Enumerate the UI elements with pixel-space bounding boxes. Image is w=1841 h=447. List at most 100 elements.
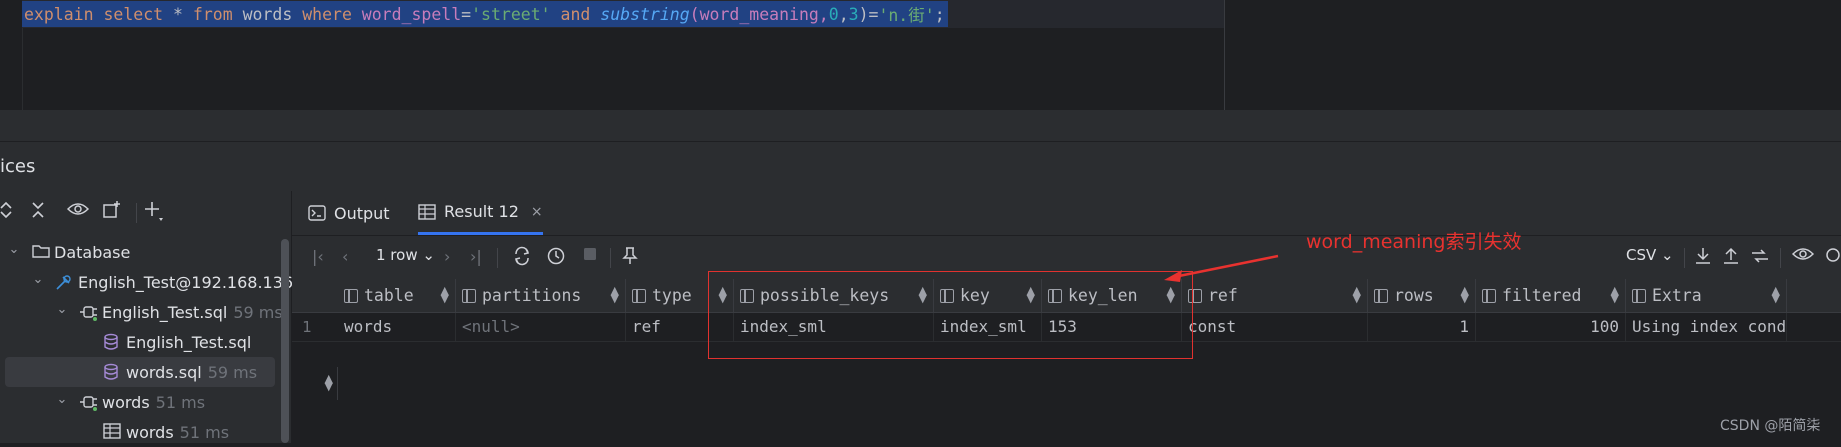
sql-operator: )= [858,4,879,24]
tree-item-words-sql[interactable]: words.sql 59 ms [5,357,275,387]
column-header-label: type [652,286,692,305]
tab-output[interactable]: Output [308,191,390,235]
row-count-selector[interactable]: 1 row ⌄ [376,246,435,264]
tab-result[interactable]: Result 12 × [418,191,543,235]
table-cell[interactable]: 1 [1368,313,1476,341]
column-header-extra[interactable]: Extra ▲ ▼ [1626,279,1787,312]
sort-icon[interactable]: ▲ ▼ [1611,285,1619,304]
sql-keyword: explain [24,4,94,24]
chevron-down-icon[interactable]: ⌄ [55,302,69,317]
annotation-label: word_meaning索引失效 [1306,231,1522,253]
new-group-icon[interactable] [100,200,124,224]
last-page-icon[interactable]: ›| [470,246,482,268]
sort-icon[interactable]: ▲ ▼ [1353,285,1361,304]
tree-scrollbar[interactable] [281,239,289,443]
sort-icon[interactable]: ▲ ▼ [1461,285,1469,304]
eye-icon[interactable] [66,200,90,224]
chevron-down-icon[interactable]: ⌄ [31,272,45,287]
next-page-icon[interactable]: › [444,246,450,268]
table-cell[interactable]: 100 [1476,313,1626,341]
add-icon[interactable] [142,200,166,224]
database-icon [103,333,121,351]
chevron-down-icon[interactable]: ⌄ [7,242,21,257]
column-header-filtered[interactable]: filtered ▲ ▼ [1476,279,1626,312]
toolbar-separator [1684,248,1685,268]
tree-item-label: English_Test.sql [126,333,252,352]
sql-string: 'street' [471,4,551,24]
sql-editor[interactable]: explain select * from words where word_s… [0,0,1841,111]
services-title: ices [0,156,36,177]
previous-page-icon[interactable]: ‹ [342,246,348,268]
sql-table-name: words [232,4,303,24]
services-tree-pane: ⌄ Database ⌄ English_Test@192.168.136.1 … [0,191,309,443]
sql-keyword: and [560,4,591,24]
clock-icon[interactable] [546,246,566,268]
stop-icon[interactable] [582,246,598,268]
sort-icon[interactable]: ▲ ▼ [325,373,333,392]
sort-icon[interactable]: ▲ ▼ [1772,285,1780,304]
refresh-icon[interactable] [512,246,532,268]
toolbar-separator [610,248,611,268]
session-plug-icon [79,303,97,321]
code-line[interactable]: explain select * from words where word_s… [22,0,1224,28]
table-cell[interactable]: <null> [456,313,626,341]
column-header-rows[interactable]: rows ▲ ▼ [1368,279,1476,312]
chevron-down-icon[interactable]: ⌄ [55,392,69,407]
selected-sql-text[interactable]: explain select * from words where word_s… [22,1,948,27]
export-format-selector[interactable]: CSV ⌄ [1626,246,1674,264]
upload-icon[interactable] [1722,246,1740,268]
tree-item-label: words.sql 59 ms [126,363,258,382]
collapse-all-icon[interactable] [26,200,50,224]
tree-item-label: English_Test.sql 59 ms [102,303,283,322]
table-icon [418,203,436,220]
sql-keyword: select [103,4,164,24]
eye-icon[interactable] [1791,246,1815,268]
settings-icon[interactable] [1824,246,1841,268]
sql-semicolon: ; [934,4,945,24]
tree-item-duration: 51 ms [155,393,206,412]
tree-item-session[interactable]: ⌄ English_Test.sql 59 ms [0,297,283,327]
tree-item-duration: 51 ms [179,423,230,442]
terminal-icon [308,205,326,221]
column-header-table[interactable]: table ▲ ▼ [338,279,456,312]
download-icon[interactable] [1694,246,1712,268]
tree-item-database[interactable]: ⌄ Database [0,237,280,267]
table-cell[interactable]: const [1182,313,1368,341]
sql-number: 0 [828,4,839,24]
column-header-partitions[interactable]: partitions ▲ ▼ [456,279,626,312]
annotation-arrow [1164,254,1279,282]
session-plug-icon [79,393,97,411]
table-cell[interactable]: Using index conditio [1626,313,1787,341]
panel-splitter[interactable] [0,111,1841,141]
sort-icon[interactable]: ▲ ▼ [611,285,619,304]
tree-item-connection[interactable]: ⌄ English_Test@192.168.136.1 [0,267,309,297]
column-header-label: table [364,286,414,305]
sql-args: (word_meaning, [689,4,829,24]
tree-item-duration: 59 ms [207,363,258,382]
tree-item-duration: 59 ms [233,303,283,322]
column-icon [632,288,646,303]
toolbar-separator [497,248,498,268]
pin-icon[interactable] [622,246,638,268]
sql-keyword: where [302,4,352,24]
table-cell[interactable]: words [338,313,456,341]
close-icon[interactable]: × [531,204,543,220]
expand-all-icon[interactable] [0,200,18,224]
sql-space [590,5,600,24]
sql-star: * [163,4,193,24]
tree-item-label: words 51 ms [126,423,230,442]
compare-icon[interactable] [1750,246,1770,268]
sql-operator: = [461,4,472,24]
column-header-label: partitions [482,286,582,305]
tree-item-words-session[interactable]: ⌄ words 51 ms [0,387,280,417]
toolbar-separator [136,203,137,223]
sql-number: 3 [848,4,859,24]
services-toolbar [0,191,291,235]
column-header-label: filtered [1502,286,1582,305]
column-icon [462,288,476,303]
tree-item-file[interactable]: English_Test.sql [0,327,280,357]
column-icon [344,288,358,303]
first-page-icon[interactable]: |‹ [312,246,324,268]
column-header-label: rows [1394,286,1434,305]
sort-icon[interactable]: ▲ ▼ [441,285,449,304]
